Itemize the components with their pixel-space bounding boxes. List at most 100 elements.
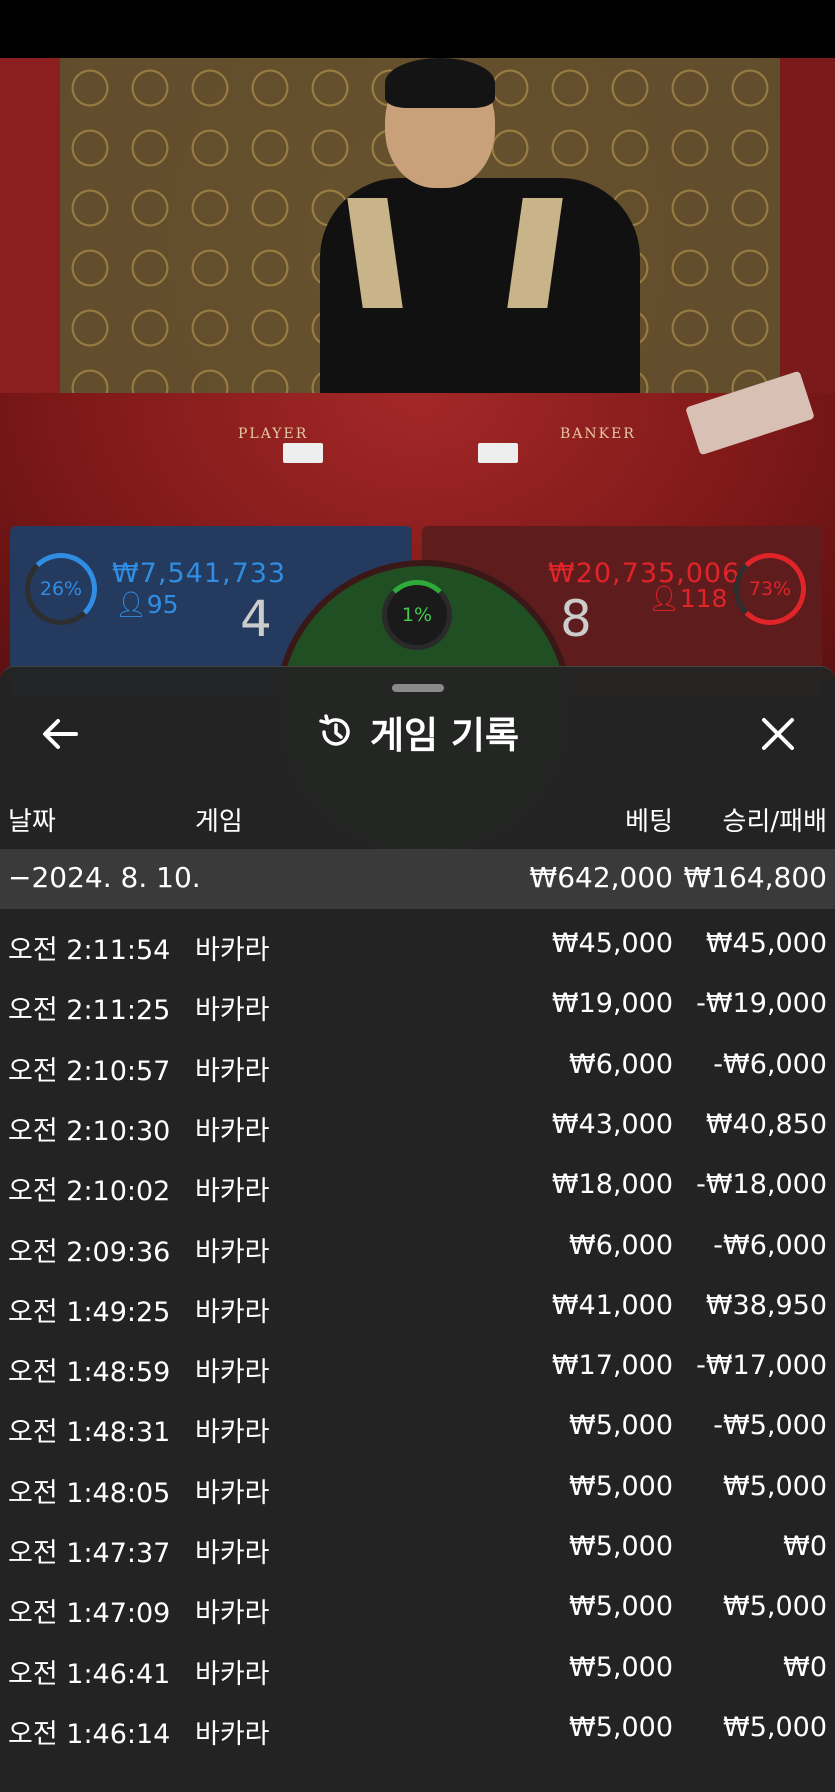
row-result: -₩6,000	[713, 1229, 827, 1261]
column-bet: 베팅	[625, 807, 673, 837]
table-row[interactable]: 오전 2:10:57 바카라 ₩6,000 -₩6,000	[0, 1037, 835, 1097]
column-date: 날짜	[8, 807, 56, 837]
row-time: 오전 1:48:05	[8, 1477, 171, 1509]
group-bet-total: ₩642,000	[529, 861, 673, 894]
row-game: 바카라	[195, 1538, 270, 1569]
row-game: 바카라	[195, 1477, 270, 1509]
table-row[interactable]: 오전 1:49:25 바카라 ₩41,000 ₩38,950	[0, 1278, 835, 1338]
row-time: 오전 1:46:14	[8, 1718, 171, 1750]
row-result: ₩0	[783, 1531, 827, 1562]
row-game: 바카라	[195, 1718, 270, 1750]
row-time: 오전 1:48:59	[8, 1357, 171, 1389]
row-bet: ₩5,000	[569, 1410, 673, 1442]
row-time: 오전 2:09:36	[8, 1236, 171, 1268]
row-result: -₩17,000	[696, 1350, 827, 1382]
group-result-total: ₩164,800	[683, 861, 827, 894]
row-game: 바카라	[195, 935, 270, 966]
row-result: -₩18,000	[696, 1169, 827, 1201]
history-icon	[319, 714, 350, 746]
player-percent: 26%	[39, 578, 83, 600]
table-row[interactable]: 오전 1:48:05 바카라 ₩5,000 ₩5,000	[0, 1459, 835, 1519]
player-count-value: 95	[146, 590, 179, 619]
table-row[interactable]: 오전 2:11:25 바카라 ₩19,000 -₩19,000	[0, 976, 835, 1036]
table-header: 날짜 게임 베팅 승리/패배	[0, 801, 835, 841]
row-bet: ₩5,000	[569, 1651, 673, 1683]
row-time: 오전 1:49:25	[8, 1296, 171, 1328]
row-bet: ₩5,000	[569, 1531, 673, 1562]
row-result: ₩5,000	[723, 1470, 827, 1502]
date-group-row[interactable]: −2024. 8. 10. ₩642,000 ₩164,800	[0, 849, 835, 909]
row-bet: ₩43,000	[551, 1108, 673, 1140]
table-row[interactable]: 오전 1:47:37 바카라 ₩5,000 ₩0	[0, 1519, 835, 1579]
player-bet-amount: ₩7,541,733	[112, 558, 287, 589]
row-game: 바카라	[195, 1357, 270, 1389]
row-bet: ₩6,000	[569, 1048, 673, 1080]
row-time: 오전 2:11:25	[8, 995, 171, 1027]
row-result: -₩19,000	[696, 988, 827, 1020]
row-game: 바카라	[195, 1296, 270, 1328]
row-bet: ₩19,000	[551, 988, 673, 1020]
tie-percent-ring: 1%	[382, 580, 452, 650]
table-row[interactable]: 오전 1:48:59 바카라 ₩17,000 -₩17,000	[0, 1338, 835, 1398]
row-bet: ₩5,000	[569, 1711, 673, 1743]
table-player-label: PLAYER	[238, 426, 309, 442]
row-game: 바카라	[195, 1658, 270, 1690]
row-time: 오전 2:10:57	[8, 1055, 171, 1087]
table-row[interactable]: 오전 2:10:30 바카라 ₩43,000 ₩40,850	[0, 1097, 835, 1157]
row-time: 오전 1:46:41	[8, 1658, 171, 1690]
row-time: 오전 2:10:30	[8, 1115, 171, 1147]
row-bet: ₩5,000	[569, 1470, 673, 1502]
player-count: 👤︎95	[115, 590, 179, 620]
user-icon: 👤︎	[648, 584, 680, 613]
column-result: 승리/패배	[722, 807, 827, 837]
row-time: 오전 1:48:31	[8, 1417, 171, 1449]
banker-count: 👤︎118	[648, 584, 727, 614]
row-time: 오전 2:11:54	[8, 935, 171, 966]
table-row[interactable]: 오전 2:11:54 바카라 ₩45,000 ₩45,000	[0, 916, 835, 976]
column-game: 게임	[195, 807, 243, 837]
table-row[interactable]: 오전 2:10:02 바카라 ₩18,000 -₩18,000	[0, 1157, 835, 1217]
row-bet: ₩45,000	[551, 928, 673, 959]
row-result: -₩5,000	[713, 1410, 827, 1442]
group-date: −2024. 8. 10.	[8, 861, 201, 894]
table-banker-label: BANKER	[560, 426, 636, 442]
row-game: 바카라	[195, 1417, 270, 1449]
row-game: 바카라	[195, 1055, 270, 1087]
row-result: ₩5,000	[723, 1591, 827, 1623]
row-game: 바카라	[195, 995, 270, 1027]
row-game: 바카라	[195, 1598, 270, 1630]
row-bet: ₩17,000	[551, 1350, 673, 1382]
table-row[interactable]: 오전 1:46:41 바카라 ₩5,000 ₩0	[0, 1640, 835, 1700]
row-result: ₩5,000	[723, 1711, 827, 1743]
sheet-drag-handle[interactable]	[392, 684, 444, 692]
banker-score: 8	[560, 590, 592, 648]
table-row[interactable]: 오전 2:09:36 바카라 ₩6,000 -₩6,000	[0, 1218, 835, 1278]
row-result: ₩0	[783, 1651, 827, 1683]
banker-percent: 73%	[748, 578, 792, 600]
table-row[interactable]: 오전 1:48:31 바카라 ₩5,000 -₩5,000	[0, 1398, 835, 1458]
row-bet: ₩41,000	[551, 1289, 673, 1321]
row-result: ₩45,000	[705, 928, 827, 959]
player-score: 4	[240, 590, 272, 648]
row-time: 오전 1:47:09	[8, 1598, 171, 1630]
sheet-header: 게임 기록	[0, 704, 835, 760]
row-time: 오전 1:47:37	[8, 1538, 171, 1569]
sheet-title: 게임 기록	[369, 714, 520, 757]
row-game: 바카라	[195, 1236, 270, 1268]
row-bet: ₩18,000	[551, 1169, 673, 1201]
row-game: 바카라	[195, 1115, 270, 1147]
banker-card	[478, 443, 518, 463]
table-row[interactable]: 오전 1:47:09 바카라 ₩5,000 ₩5,000	[0, 1579, 835, 1639]
banker-percent-ring: 73%	[734, 553, 806, 625]
row-time: 오전 2:10:02	[8, 1176, 171, 1208]
player-card	[283, 443, 323, 463]
status-bar	[0, 0, 835, 58]
row-bet: ₩6,000	[569, 1229, 673, 1261]
tie-percent: 1%	[401, 604, 433, 626]
player-percent-ring: 26%	[25, 553, 97, 625]
banker-count-value: 118	[679, 584, 728, 613]
table-row[interactable]: 오전 1:46:14 바카라 ₩5,000 ₩5,000	[0, 1700, 835, 1760]
row-result: -₩6,000	[713, 1048, 827, 1080]
close-button[interactable]	[756, 712, 800, 756]
row-result: ₩40,850	[705, 1108, 827, 1140]
